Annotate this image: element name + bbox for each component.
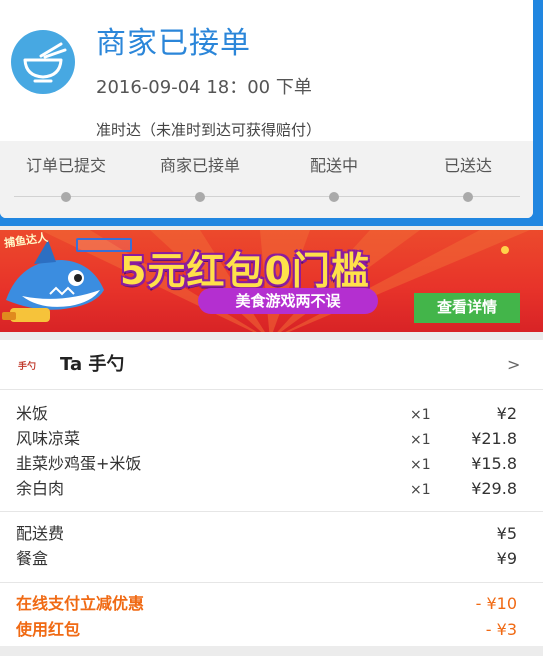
progress-line bbox=[14, 196, 520, 197]
online-payment-discount-amount: - ¥10 bbox=[475, 594, 517, 613]
progress-step-label: 订单已提交 bbox=[25, 156, 106, 175]
shop-name: Ta 手勺 bbox=[60, 354, 125, 375]
progress-step-submitted: 订单已提交 bbox=[6, 141, 126, 202]
order-status-title: 商家已接单 bbox=[96, 26, 251, 61]
banner-subtitle: 美食游戏两不误 bbox=[198, 288, 378, 314]
packaging-fee-price: ¥9 bbox=[496, 549, 517, 568]
delivery-fee-label: 配送费 bbox=[16, 524, 65, 543]
progress-step-dot bbox=[61, 192, 71, 202]
item-price: ¥2 bbox=[496, 404, 517, 423]
order-progress-tracker: 订单已提交 商家已接单 配送中 已送达 bbox=[0, 141, 533, 218]
item-name: 米饭 bbox=[16, 404, 49, 423]
section-divider bbox=[0, 511, 543, 512]
progress-step-accepted: 商家已接单 bbox=[140, 141, 260, 202]
red-packet-discount-label: 使用红包 bbox=[16, 620, 81, 639]
online-payment-discount-label: 在线支付立减优惠 bbox=[16, 594, 145, 613]
progress-step-dot bbox=[329, 192, 339, 202]
progress-step-delivered: 已送达 bbox=[408, 141, 528, 202]
item-price: ¥21.8 bbox=[471, 429, 517, 448]
item-quantity: ×1 bbox=[410, 482, 431, 498]
promo-banner[interactable]: 捕鱼达人 5元红包0门槛 美食游戏两不误 查看详情 bbox=[0, 230, 543, 332]
item-name: 韭菜炒鸡蛋+米饭 bbox=[16, 454, 142, 473]
chevron-right-icon: > bbox=[507, 355, 521, 374]
order-status-card: 商家已接单 2016-09-04 18：00 下单 准时达（未准时到达可获得赔付… bbox=[0, 0, 533, 218]
progress-step-label: 商家已接单 bbox=[159, 156, 240, 175]
item-quantity: ×1 bbox=[410, 432, 431, 448]
order-item: 风味凉菜 ×1 ¥21.8 bbox=[0, 426, 543, 452]
shop-row[interactable]: 手勺 Ta 手勺 > bbox=[0, 340, 543, 390]
progress-step-dot bbox=[195, 192, 205, 202]
item-price: ¥29.8 bbox=[471, 479, 517, 498]
bowl-chopsticks-icon bbox=[11, 30, 75, 94]
section-divider bbox=[0, 582, 543, 583]
order-item: 余白肉 ×1 ¥29.8 bbox=[0, 476, 543, 502]
item-name: 风味凉菜 bbox=[16, 429, 81, 448]
order-details: 手勺 Ta 手勺 > 米饭 ×1 ¥2 风味凉菜 ×1 ¥21.8 韭菜炒鸡蛋+… bbox=[0, 340, 543, 646]
order-item: 米饭 ×1 ¥2 bbox=[0, 401, 543, 427]
red-packet-discount-amount: - ¥3 bbox=[485, 620, 517, 639]
shop-logo: 手勺 bbox=[18, 362, 37, 372]
progress-step-delivering: 配送中 bbox=[274, 141, 394, 202]
order-time: 2016-09-04 18：00 下单 bbox=[96, 77, 312, 98]
progress-step-label: 配送中 bbox=[309, 156, 358, 175]
item-quantity: ×1 bbox=[410, 457, 431, 473]
item-quantity: ×1 bbox=[410, 407, 431, 423]
item-price: ¥15.8 bbox=[471, 454, 517, 473]
on-time-guarantee-note: 准时达（未准时到达可获得赔付） bbox=[96, 121, 322, 139]
progress-step-label: 已送达 bbox=[443, 156, 492, 175]
view-details-button[interactable]: 查看详情 bbox=[414, 293, 520, 323]
order-item: 韭菜炒鸡蛋+米饭 ×1 ¥15.8 bbox=[0, 451, 543, 477]
packaging-fee-label: 餐盒 bbox=[16, 549, 49, 568]
delivery-fee-price: ¥5 bbox=[496, 524, 517, 543]
progress-step-dot bbox=[463, 192, 473, 202]
item-name: 余白肉 bbox=[16, 479, 65, 498]
